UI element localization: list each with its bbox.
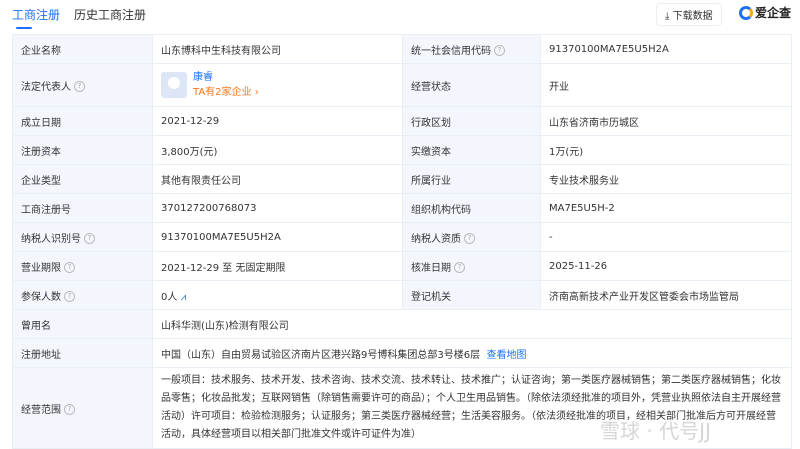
- value: 山东省济南市历城区: [540, 106, 792, 136]
- table-row: 企业名称 山东博科中生科技有限公司 统一社会信用代码? 91370100MA7E5U…: [12, 34, 792, 64]
- tab-history-registration[interactable]: 历史工商注册: [74, 4, 146, 29]
- watermark: 雪球 · 代号JJ: [600, 419, 711, 443]
- logo: 爱企查: [739, 4, 791, 21]
- view-map-link[interactable]: 查看地图: [486, 350, 526, 361]
- label: 参保人数?: [12, 280, 153, 310]
- download-icon: ⤓: [665, 11, 673, 22]
- tab-business-registration[interactable]: 工商注册: [12, 4, 60, 29]
- table-row: 营业期限? 2021-12-29 至 无固定期限 核准日期? 2025-11-26: [12, 251, 792, 281]
- value: 专业技术服务业: [540, 164, 792, 194]
- value: 济南高新技术产业开发区管委会市场监管局: [540, 280, 792, 310]
- label: 法定代表人?: [12, 63, 153, 107]
- label: 组织机构代码: [402, 193, 541, 223]
- value: 91370100MA7E5U5H2A: [152, 222, 403, 252]
- label: 经营状态: [402, 63, 541, 107]
- label: 纳税人资质?: [402, 222, 541, 252]
- label: 纳税人识别号?: [12, 222, 153, 252]
- label: 企业类型: [12, 164, 153, 194]
- value: 2025-11-26: [540, 251, 792, 281]
- table-row: 纳税人识别号? 91370100MA7E5U5H2A 纳税人资质? -: [12, 222, 792, 252]
- download-button[interactable]: ⤓ 下载数据: [656, 3, 722, 26]
- value: 1万(元): [540, 135, 792, 165]
- value: 2021-12-29: [152, 106, 403, 136]
- download-label: 下载数据: [672, 11, 713, 22]
- table-row: 注册地址 中国（山东）自由贸易试验区济南片区港兴路9号博科集团总部3号楼6层 查看…: [12, 338, 792, 368]
- label: 注册资本: [12, 135, 153, 165]
- registration-table: 企业名称 山东博科中生科技有限公司 统一社会信用代码? 91370100MA7E5U…: [12, 34, 792, 449]
- value: MA7E5U5H-2: [540, 193, 792, 223]
- logo-icon: [739, 5, 753, 20]
- logo-text: 爱企查: [755, 6, 792, 20]
- label: 营业期限?: [12, 251, 153, 281]
- legal-rep: 康睿 TA有2家企业 ›: [152, 63, 403, 107]
- help-icon[interactable]: ?: [64, 404, 75, 415]
- label: 企业名称: [12, 34, 153, 64]
- label: 成立日期: [12, 106, 153, 136]
- label: 所属行业: [402, 164, 541, 194]
- value: 370127200768073: [152, 193, 403, 223]
- help-icon[interactable]: ?: [494, 45, 505, 56]
- help-icon[interactable]: ?: [64, 262, 75, 273]
- rep-companies-link[interactable]: TA有2家企业 ›: [193, 87, 259, 98]
- value: 山科华测(山东)检测有限公司: [152, 309, 792, 339]
- tabs: 工商注册 历史工商注册: [12, 4, 146, 29]
- label: 核准日期?: [402, 251, 541, 281]
- label: 注册地址: [12, 338, 153, 368]
- value: 山东博科中生科技有限公司: [152, 34, 403, 64]
- value: -: [540, 222, 792, 252]
- value: 中国（山东）自由贸易试验区济南片区港兴路9号博科集团总部3号楼6层 查看地图: [152, 338, 792, 368]
- table-row: 参保人数? 0人 ⩘ 登记机关 济南高新技术产业开发区管委会市场监管局: [12, 280, 792, 310]
- label: 登记机关: [402, 280, 541, 310]
- value: 3,800万(元): [152, 135, 403, 165]
- trend-chart-icon[interactable]: ⩘: [181, 292, 187, 303]
- help-icon[interactable]: ?: [74, 81, 85, 92]
- avatar: [161, 72, 187, 98]
- help-icon[interactable]: ?: [64, 291, 75, 302]
- value: 其他有限责任公司: [152, 164, 403, 194]
- label: 统一社会信用代码?: [402, 34, 541, 64]
- table-row: 企业类型 其他有限责任公司 所属行业 专业技术服务业: [12, 164, 792, 194]
- table-row: 法定代表人? 康睿 TA有2家企业 › 经营状态 开业: [12, 63, 792, 107]
- table-row: 注册资本 3,800万(元) 实缴资本 1万(元): [12, 135, 792, 165]
- label: 经营范围?: [12, 367, 153, 449]
- label: 曾用名: [12, 309, 153, 339]
- value: 开业: [540, 63, 792, 107]
- label: 行政区划: [402, 106, 541, 136]
- label: 工商注册号: [12, 193, 153, 223]
- table-row: 成立日期 2021-12-29 行政区划 山东省济南市历城区: [12, 106, 792, 136]
- table-row: 曾用名 山科华测(山东)检测有限公司: [12, 309, 792, 339]
- label: 实缴资本: [402, 135, 541, 165]
- value: 91370100MA7E5U5H2A: [540, 34, 792, 64]
- help-icon[interactable]: ?: [454, 262, 465, 273]
- help-icon[interactable]: ?: [84, 233, 95, 244]
- value: 2021-12-29 至 无固定期限: [152, 251, 403, 281]
- rep-name-link[interactable]: 康睿: [193, 72, 213, 83]
- help-icon[interactable]: ?: [464, 233, 475, 244]
- table-row: 工商注册号 370127200768073 组织机构代码 MA7E5U5H-2: [12, 193, 792, 223]
- value: 0人 ⩘: [152, 280, 403, 310]
